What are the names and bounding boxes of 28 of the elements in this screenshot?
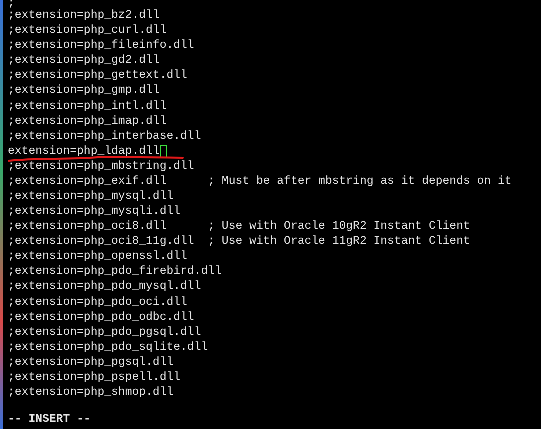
code-line: ;extension=php_oci8.dll ; Use with Oracle 10gR2 Instant Client [8, 219, 470, 234]
code-line: extension=php_ldap.dll [8, 144, 160, 159]
code-line: ;extension=php_fileinfo.dll [8, 38, 194, 54]
code-line: ;extension=php_pdo_oci.dll [8, 294, 188, 310]
code-line: ;extension=php_pdo_firebird.dll [8, 264, 222, 280]
code-line: ;extension=php_mysql.dll [8, 188, 174, 204]
code-line: ;extension=php_pdo_pgsql.dll [8, 324, 202, 340]
code-line: ;extension=php_pdo_odbc.dll [8, 310, 194, 325]
code-line: ;extension=php_pdo_mysql.dll [8, 279, 202, 294]
code-line: ;extension=php_pdo_sqlite.dll [8, 340, 208, 355]
code-line: ; [8, 0, 15, 8]
code-line: ;extension=php_intl.dll [8, 98, 167, 114]
code-line: ;extension=php_oci8_11g.dll ; Use with Oracle 11gR2 Instant Client [8, 234, 470, 250]
code-line: ;extension=php_pgsql.dll [8, 354, 174, 370]
code-line: ;extension=php_interbase.dll [8, 128, 202, 144]
code-line: ;extension=php_bz2.dll [8, 8, 160, 24]
code-line: ;extension=php_exif.dll ; Must be after mbstring as it depends on it [8, 174, 512, 189]
code-line: ;extension=php_imap.dll [8, 114, 167, 129]
code-line: ;extension=php_openssl.dll [8, 249, 188, 264]
code-line: ;extension=php_gmp.dll [8, 83, 160, 98]
code-line: ;extension=php_curl.dll [8, 23, 167, 38]
mode-indicator: -- INSERT -- [8, 412, 91, 426]
code-line: ;extension=php_pspell.dll [8, 370, 181, 385]
code-line: ;extension=php_mbstring.dll [8, 158, 194, 174]
code-line: ;extension=php_gd2.dll [8, 53, 160, 68]
code-line: ;extension=php_gettext.dll [8, 68, 188, 84]
code-line: ;extension=php_mysqli.dll [8, 204, 181, 220]
code-line: ;extension=php_shmop.dll [8, 384, 174, 400]
